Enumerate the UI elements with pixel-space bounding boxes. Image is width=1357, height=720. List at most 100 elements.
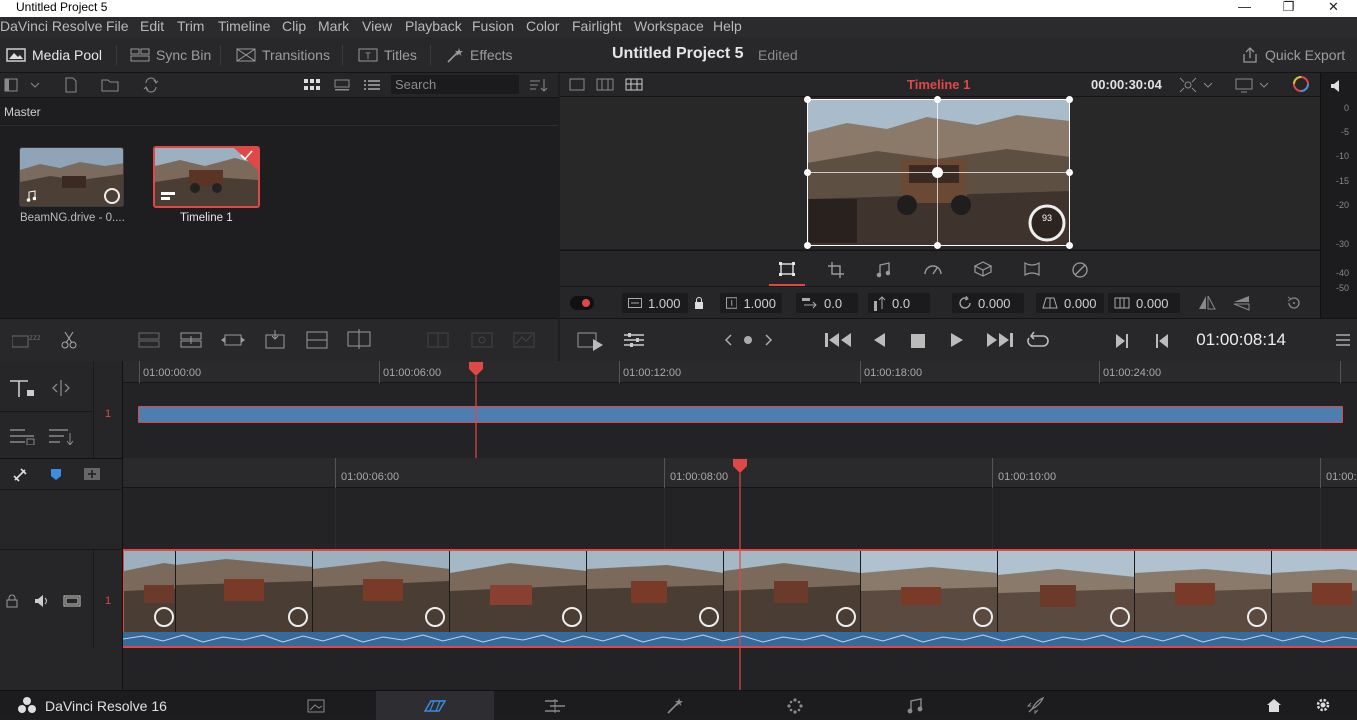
home-icon[interactable] [1266, 698, 1282, 713]
link-clips-icon[interactable] [12, 467, 28, 483]
audio-track-icon[interactable] [33, 593, 51, 609]
menu-edit[interactable]: Edit [140, 18, 164, 34]
thumbnail-view-icon[interactable] [304, 79, 320, 91]
transform-overlay-icon[interactable] [1179, 77, 1197, 93]
menu-playback[interactable]: Playback [405, 18, 462, 34]
close-up-icon[interactable] [470, 331, 494, 349]
page-media[interactable] [257, 691, 375, 720]
new-bin-icon[interactable] [101, 78, 119, 92]
page-cut[interactable] [376, 691, 494, 720]
go-to-end-icon[interactable] [985, 332, 1013, 348]
page-fairlight[interactable] [856, 691, 974, 720]
menu-color[interactable]: Color [526, 18, 559, 34]
reset-icon[interactable] [1286, 295, 1302, 311]
menu-timeline[interactable]: Timeline [218, 18, 270, 34]
media-pool-button[interactable]: Media Pool [6, 37, 102, 73]
minimize-button[interactable]: — [1222, 0, 1267, 17]
mark-in-icon[interactable] [1115, 333, 1129, 349]
sort-icon[interactable] [529, 77, 549, 93]
lock-track-icon[interactable] [6, 594, 18, 608]
search-input[interactable]: Search [391, 75, 519, 94]
sync-icon[interactable] [143, 77, 159, 93]
sync-bin-button[interactable]: Sync Bin [130, 37, 211, 73]
go-to-start-icon[interactable] [825, 332, 853, 348]
viewer-display-icon[interactable] [1235, 77, 1253, 93]
playback-settings-icon[interactable] [623, 331, 645, 349]
rotation-field[interactable]: 0.000 [952, 293, 1024, 313]
composite-icon[interactable] [1071, 261, 1089, 279]
append-end-icon[interactable] [346, 329, 372, 349]
source-overwrite-icon[interactable] [512, 331, 536, 349]
transform-handle[interactable] [804, 242, 811, 249]
insert-clip-icon[interactable] [137, 331, 161, 349]
add-marker-icon[interactable] [84, 468, 100, 480]
color-wheel-icon[interactable] [1292, 75, 1310, 93]
transform-handle[interactable] [934, 242, 941, 249]
flip-vertical-icon[interactable] [1233, 295, 1251, 311]
menu-clip[interactable]: Clip [282, 18, 306, 34]
yaw-field[interactable]: 0.000 [1108, 293, 1180, 313]
maximize-button[interactable]: ❐ [1266, 0, 1311, 17]
quick-export-button[interactable]: Quick Export [1241, 37, 1345, 73]
transform-handle[interactable] [804, 96, 811, 103]
upper-playhead[interactable] [468, 361, 484, 458]
flag-icon[interactable] [49, 468, 63, 482]
pitch-field[interactable]: 0.000 [1036, 293, 1104, 313]
play-reverse-icon[interactable] [872, 332, 886, 348]
stabilize-icon[interactable] [973, 261, 993, 277]
current-timecode[interactable]: 01:00:08:14 [1196, 330, 1286, 350]
menu-fusion[interactable]: Fusion [472, 18, 514, 34]
speed-icon[interactable] [923, 262, 943, 276]
marker-dot-icon[interactable] [743, 335, 753, 345]
media-clip-timeline-1[interactable] [153, 146, 260, 208]
media-clip-beamng[interactable] [19, 147, 124, 207]
stop-icon[interactable] [910, 333, 926, 349]
menu-file[interactable]: File [106, 18, 129, 34]
close-button[interactable]: ✕ [1311, 0, 1356, 17]
menu-trim[interactable]: Trim [177, 18, 204, 34]
menu-davinci[interactable]: DaVinci Resolve [0, 18, 102, 34]
sidebar-toggle-icon[interactable] [4, 78, 18, 92]
audio-icon[interactable] [876, 262, 890, 278]
track-options-icon[interactable] [48, 427, 74, 445]
tab-transform[interactable] [769, 251, 805, 286]
transform-handle[interactable] [1066, 242, 1073, 249]
crop-icon[interactable] [828, 262, 844, 278]
snooze-icon[interactable]: zzz [12, 332, 40, 348]
lower-playhead[interactable] [732, 458, 748, 690]
mark-out-icon[interactable] [1155, 333, 1169, 349]
ripple-overwrite-icon[interactable] [426, 331, 450, 349]
split-screen-icon[interactable] [596, 78, 614, 91]
transform-handle[interactable] [1066, 96, 1073, 103]
overwrite-clip-icon[interactable] [179, 331, 203, 349]
chevron-down-icon[interactable] [30, 82, 40, 88]
play-icon[interactable] [950, 332, 964, 348]
effects-button[interactable]: Effects [446, 37, 513, 73]
titles-button[interactable]: T Titles [358, 37, 417, 73]
transform-enable-toggle[interactable] [570, 296, 594, 310]
viewer-layout-icon[interactable] [625, 78, 643, 91]
image-wipe-icon[interactable] [569, 78, 585, 91]
track-destination-lock-icon[interactable] [9, 378, 35, 398]
position-y-field[interactable]: 0.0 [868, 293, 930, 313]
options-menu-icon[interactable] [1336, 334, 1350, 346]
upper-timeline-clip[interactable] [138, 406, 1343, 423]
transform-handle[interactable] [804, 169, 811, 176]
gear-icon[interactable] [1315, 697, 1331, 713]
speaker-icon[interactable] [1329, 78, 1345, 94]
filmstrip-view-icon[interactable] [334, 79, 350, 91]
upper-timeline-ruler[interactable]: 01:00:00:00 01:00:06:00 01:00:12:00 01:0… [123, 361, 1357, 383]
import-media-icon[interactable] [64, 77, 78, 93]
transform-handle[interactable] [1066, 169, 1073, 176]
trim-icon[interactable] [49, 380, 73, 396]
stacked-tracks-icon[interactable] [9, 427, 35, 445]
page-fusion[interactable] [616, 691, 734, 720]
next-marker-icon[interactable] [765, 334, 773, 346]
prev-marker-icon[interactable] [724, 334, 732, 346]
transitions-button[interactable]: Transitions [236, 37, 330, 73]
lens-correction-icon[interactable] [1022, 261, 1042, 277]
page-color[interactable] [736, 691, 854, 720]
fit-to-fill-icon[interactable] [263, 329, 287, 351]
loop-icon[interactable] [1026, 330, 1050, 350]
chevron-down-icon[interactable] [1203, 82, 1213, 88]
